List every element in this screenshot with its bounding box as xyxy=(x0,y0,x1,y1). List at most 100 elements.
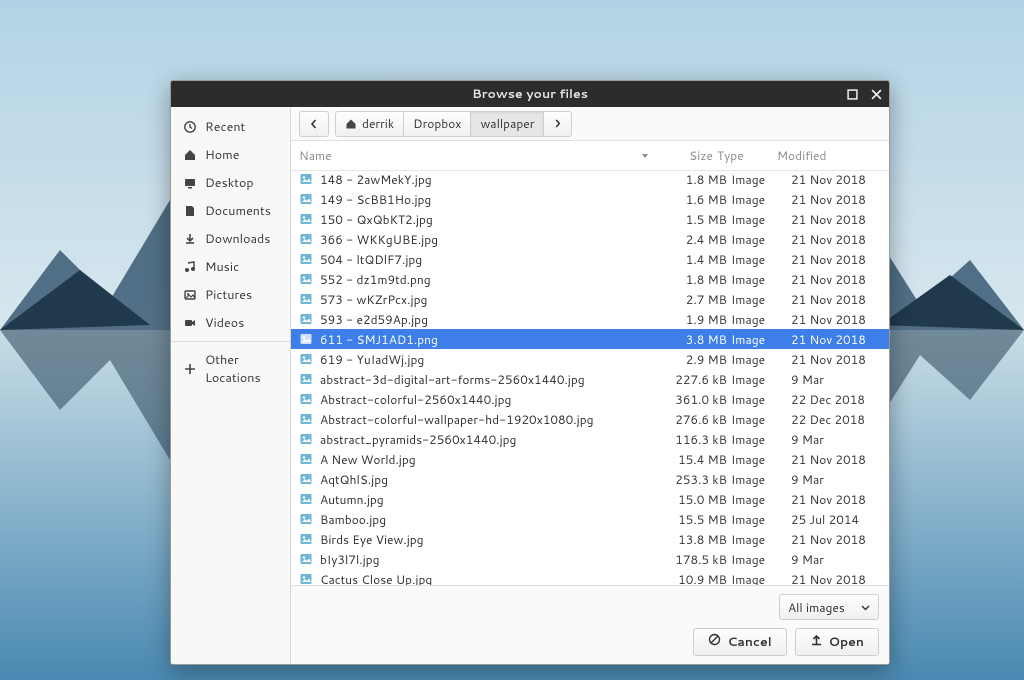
file-name: Birds Eye View.jpg xyxy=(320,531,424,548)
file-row[interactable]: Abstract-colorful-2560x1440.jpg361.0 kBI… xyxy=(291,389,889,409)
file-name: 593 - e2d59Ap.jpg xyxy=(320,311,428,328)
image-file-icon xyxy=(299,332,313,346)
file-type: Image xyxy=(731,431,787,448)
column-header-size[interactable]: Size xyxy=(653,147,713,164)
file-row[interactable]: 611 - SMJ1AD1.png3.8 MBImage21 Nov 2018 xyxy=(291,329,889,349)
column-header-name[interactable]: Name xyxy=(299,147,649,164)
file-type: Image xyxy=(731,191,787,208)
file-name: abstract_pyramids-2560x1440.jpg xyxy=(320,431,516,448)
column-header-modified[interactable]: Modified xyxy=(777,147,867,164)
file-row[interactable]: abstract_pyramids-2560x1440.jpg116.3 kBI… xyxy=(291,429,889,449)
image-file-icon xyxy=(299,292,313,306)
sidebar-separator xyxy=(171,341,290,342)
breadcrumb-label: wallpaper xyxy=(480,115,534,132)
breadcrumb: derrikDropbox wallpaper xyxy=(335,111,572,137)
image-file-icon xyxy=(299,192,313,206)
file-row[interactable]: 148 - 2awMekY.jpg1.8 MBImage21 Nov 2018 xyxy=(291,169,889,189)
titlebar[interactable]: Browse your files xyxy=(171,81,889,107)
file-row[interactable]: 552 - dz1m9td.png1.8 MBImage21 Nov 2018 xyxy=(291,269,889,289)
file-name: AqtQhlS.jpg xyxy=(320,471,388,488)
file-name: 150 - QxQbKT2.jpg xyxy=(320,211,433,228)
desktop-icon xyxy=(183,176,197,190)
file-row[interactable]: A New World.jpg15.4 MBImage21 Nov 2018 xyxy=(291,449,889,469)
file-size: 227.6 kB xyxy=(667,371,727,388)
file-type: Image xyxy=(731,571,787,586)
sidebar-item-videos[interactable]: Videos xyxy=(171,309,290,337)
breadcrumb-item[interactable]: derrik xyxy=(335,111,404,137)
sidebar-item-documents[interactable]: Documents xyxy=(171,197,290,225)
file-size: 2.4 MB xyxy=(667,231,727,248)
open-button[interactable]: Open xyxy=(795,628,879,656)
file-modified: 9 Mar xyxy=(791,471,881,488)
file-row[interactable]: 504 - ltQDlF7.jpg1.4 MBImage21 Nov 2018 xyxy=(291,249,889,269)
file-modified: 21 Nov 2018 xyxy=(791,351,881,368)
sidebar-item-label: Home xyxy=(205,146,239,164)
file-name: 573 - wKZrPcx.jpg xyxy=(320,291,427,308)
sidebar-item-label: Desktop xyxy=(205,174,254,192)
file-row[interactable]: Abstract-colorful-wallpaper-hd-1920x1080… xyxy=(291,409,889,429)
file-type: Image xyxy=(731,291,787,308)
file-row[interactable]: Cactus Close Up.jpg10.9 MBImage21 Nov 20… xyxy=(291,569,889,585)
back-button[interactable] xyxy=(299,111,329,137)
file-type-filter-combo[interactable]: All images xyxy=(779,594,879,620)
file-row[interactable]: 366 - WKKgUBE.jpg2.4 MBImage21 Nov 2018 xyxy=(291,229,889,249)
image-file-icon xyxy=(299,432,313,446)
file-type: Image xyxy=(731,511,787,528)
breadcrumb-item[interactable]: Dropbox xyxy=(403,111,471,137)
file-name: Abstract-colorful-wallpaper-hd-1920x1080… xyxy=(320,411,593,428)
cancel-button[interactable]: Cancel xyxy=(693,628,786,656)
sidebar-item-desktop[interactable]: Desktop xyxy=(171,169,290,197)
file-row[interactable]: Birds Eye View.jpg13.8 MBImage21 Nov 201… xyxy=(291,529,889,549)
file-name: 611 - SMJ1AD1.png xyxy=(320,331,438,348)
file-type: Image xyxy=(731,391,787,408)
music-icon xyxy=(183,260,197,274)
file-row[interactable]: 619 - YuIadWj.jpg2.9 MBImage21 Nov 2018 xyxy=(291,349,889,369)
image-file-icon xyxy=(299,552,313,566)
window-title: Browse your files xyxy=(472,85,588,103)
file-type: Image xyxy=(731,491,787,508)
file-size: 3.8 MB xyxy=(667,331,727,348)
window-maximize-icon[interactable] xyxy=(845,87,859,101)
file-modified: 22 Dec 2018 xyxy=(791,391,881,408)
file-row[interactable]: bIy3l7l.jpg178.5 kBImage9 Mar xyxy=(291,549,889,569)
cancel-icon xyxy=(708,633,721,651)
sidebar-item-music[interactable]: Music xyxy=(171,253,290,281)
sidebar-item-home[interactable]: Home xyxy=(171,141,290,169)
file-row[interactable]: 149 - ScBB1Ho.jpg1.6 MBImage21 Nov 2018 xyxy=(291,189,889,209)
file-name: Autumn.jpg xyxy=(320,491,384,508)
sidebar-item-other-locations[interactable]: Other Locations xyxy=(171,346,290,392)
image-file-icon xyxy=(299,212,313,226)
file-size: 1.9 MB xyxy=(667,311,727,328)
image-file-icon xyxy=(299,172,313,186)
chevron-down-icon xyxy=(861,599,870,616)
file-row[interactable]: Autumn.jpg15.0 MBImage21 Nov 2018 xyxy=(291,489,889,509)
file-row[interactable]: 593 - e2d59Ap.jpg1.9 MBImage21 Nov 2018 xyxy=(291,309,889,329)
sidebar-item-recent[interactable]: Recent xyxy=(171,113,290,141)
file-rows[interactable]: 148 - 2awMekY.jpg1.8 MBImage21 Nov 20181… xyxy=(291,169,889,585)
sidebar-item-downloads[interactable]: Downloads xyxy=(171,225,290,253)
file-row[interactable]: 150 - QxQbKT2.jpg1.5 MBImage21 Nov 2018 xyxy=(291,209,889,229)
file-size: 1.8 MB xyxy=(667,171,727,188)
sidebar-item-pictures[interactable]: Pictures xyxy=(171,281,290,309)
file-row[interactable]: AqtQhlS.jpg253.3 kBImage9 Mar xyxy=(291,469,889,489)
file-row[interactable]: Bamboo.jpg15.5 MBImage25 Jul 2014 xyxy=(291,509,889,529)
file-size: 253.3 kB xyxy=(667,471,727,488)
sidebar-item-label: Videos xyxy=(205,314,244,332)
file-size: 1.4 MB xyxy=(667,251,727,268)
file-modified: 21 Nov 2018 xyxy=(791,531,881,548)
main-pane: derrikDropbox wallpaper Name Size Type Mo… xyxy=(291,107,889,664)
file-row[interactable]: 573 - wKZrPcx.jpg2.7 MBImage21 Nov 2018 xyxy=(291,289,889,309)
file-type: Image xyxy=(731,331,787,348)
sidebar-item-label: Other Locations xyxy=(205,351,278,387)
file-type: Image xyxy=(731,211,787,228)
videos-icon xyxy=(183,316,197,330)
file-name: abstract-3d-digital-art-forms-2560x1440.… xyxy=(320,371,585,388)
breadcrumb-item[interactable]: wallpaper xyxy=(470,111,544,137)
file-modified: 21 Nov 2018 xyxy=(791,191,881,208)
file-type: Image xyxy=(731,551,787,568)
window-close-icon[interactable] xyxy=(869,87,883,101)
file-type: Image xyxy=(731,351,787,368)
file-row[interactable]: abstract-3d-digital-art-forms-2560x1440.… xyxy=(291,369,889,389)
breadcrumb-forward-button[interactable] xyxy=(543,111,572,137)
column-header-type[interactable]: Type xyxy=(717,147,773,164)
